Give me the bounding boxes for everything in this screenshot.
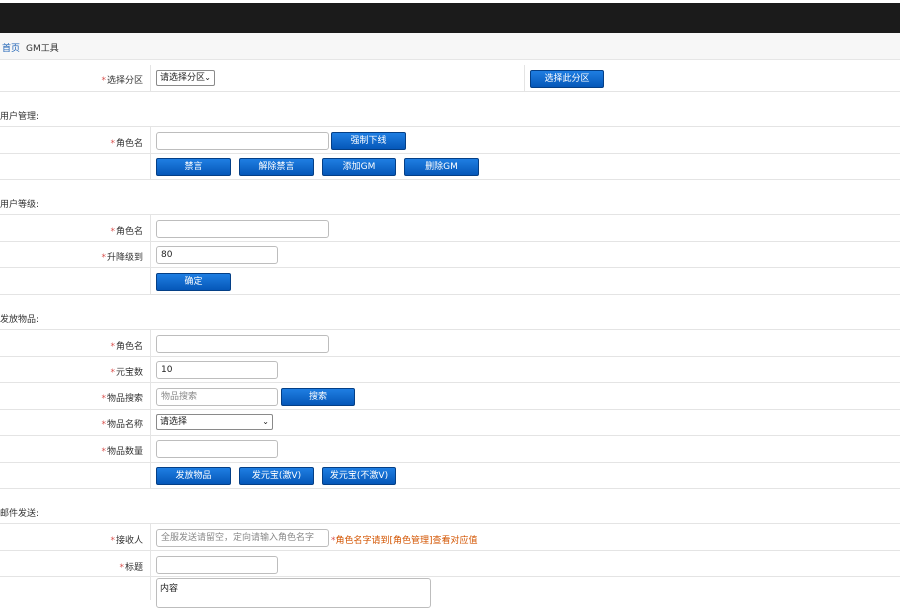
column-divider (150, 523, 151, 600)
item-role-name-label: *角色名 (110, 342, 143, 352)
recipient-hint: *角色名字请到[角色管理]查看对应值 (331, 536, 478, 546)
breadcrumb-current: GM工具 (26, 44, 59, 54)
level-role-name-input[interactable] (156, 220, 329, 238)
row-divider (0, 294, 900, 295)
confirm-level-button[interactable]: 确定 (156, 273, 231, 291)
section-title-items: 发放物品: (0, 315, 40, 325)
level-target-input[interactable] (156, 246, 278, 264)
yuanbao-input[interactable] (156, 361, 278, 379)
recipient-label: *接收人 (110, 536, 143, 546)
mail-content-textarea[interactable]: 内容 (156, 578, 431, 608)
row-divider (0, 329, 900, 330)
row-divider (0, 356, 900, 357)
section-title-user-management: 用户管理: (0, 112, 40, 122)
column-divider (150, 214, 151, 294)
section-title-mail: 邮件发送: (0, 509, 40, 519)
row-divider (0, 153, 900, 154)
row-divider (0, 214, 900, 215)
row-divider (0, 409, 900, 410)
subject-label: *标题 (119, 563, 143, 573)
delete-gm-button[interactable]: 删除GM (404, 158, 479, 176)
item-search-label: *物品搜索 (101, 394, 143, 404)
breadcrumb: 首页 GM工具 (0, 33, 900, 60)
item-role-name-input[interactable] (156, 335, 329, 353)
yuanbao-label: *元宝数 (110, 368, 143, 378)
chevron-down-icon: ⌄ (204, 73, 211, 82)
item-quantity-label: *物品数量 (101, 447, 143, 457)
row-divider (0, 462, 900, 463)
chevron-down-icon: ⌄ (262, 417, 269, 426)
zone-select[interactable]: 请选择分区 ⌄ (156, 70, 215, 86)
item-name-label: *物品名称 (101, 420, 143, 430)
role-name-input[interactable] (156, 132, 329, 150)
item-name-select[interactable]: 请选择 ⌄ (156, 414, 273, 430)
subject-input[interactable] (156, 556, 278, 574)
row-divider (0, 523, 900, 524)
force-offline-button[interactable]: 强制下线 (331, 132, 406, 150)
role-name-label: *角色名 (110, 139, 143, 149)
row-divider (0, 267, 900, 268)
row-divider (0, 435, 900, 436)
row-divider (0, 550, 900, 551)
level-target-label: *升降级到 (101, 253, 143, 263)
top-navbar (0, 0, 900, 33)
send-item-button[interactable]: 发放物品 (156, 467, 231, 485)
item-search-button[interactable]: 搜索 (281, 388, 355, 406)
breadcrumb-home-link[interactable]: 首页 (2, 41, 20, 54)
row-divider (0, 241, 900, 242)
add-gm-button[interactable]: 添加GM (322, 158, 396, 176)
level-role-name-label: *角色名 (110, 227, 143, 237)
row-divider (0, 126, 900, 127)
item-quantity-input[interactable] (156, 440, 278, 458)
send-yuanbao-uncounted-button[interactable]: 发元宝(不激V) (322, 467, 396, 485)
section-title-user-level: 用户等级: (0, 200, 40, 210)
recipient-input[interactable] (156, 529, 329, 547)
zone-label: *选择分区 (101, 76, 143, 86)
row-divider (0, 382, 900, 383)
item-search-input[interactable] (156, 388, 278, 406)
send-yuanbao-counted-button[interactable]: 发元宝(激V) (239, 467, 314, 485)
select-zone-button[interactable]: 选择此分区 (530, 70, 604, 88)
column-divider (150, 126, 151, 179)
row-divider (0, 576, 900, 577)
column-divider (150, 329, 151, 488)
column-divider (524, 65, 525, 91)
row-divider (0, 179, 900, 180)
column-divider (150, 65, 151, 91)
row-divider (0, 91, 900, 92)
top-edge (0, 0, 900, 3)
row-divider (0, 488, 900, 489)
mute-button[interactable]: 禁言 (156, 158, 231, 176)
unmute-button[interactable]: 解除禁言 (239, 158, 314, 176)
